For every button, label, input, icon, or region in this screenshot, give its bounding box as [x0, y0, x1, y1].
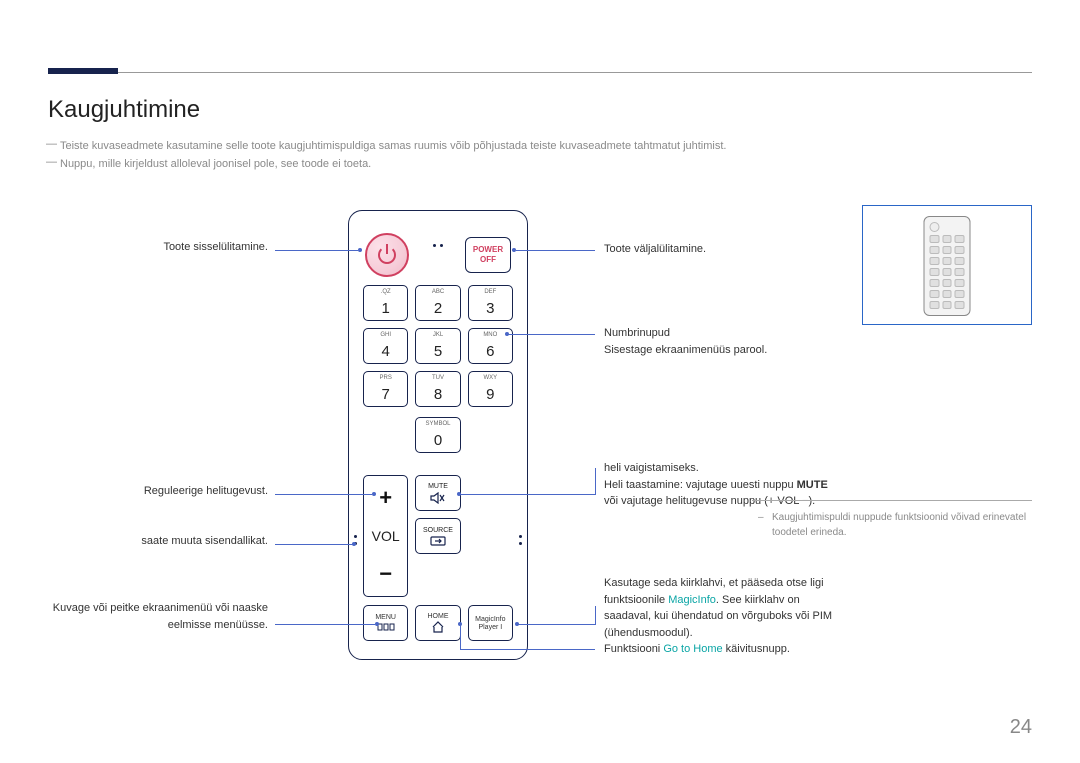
callout-dot [512, 248, 516, 252]
key-5: JKL5 [415, 328, 460, 364]
key-1: .QZ1 [363, 285, 408, 321]
key-9: WXY9 [468, 371, 513, 407]
callout-dot [515, 622, 519, 626]
callout-line [460, 494, 595, 495]
header-rule [48, 72, 1032, 73]
label-volume: Reguleerige helitugevust. [48, 485, 268, 497]
callout-line [275, 544, 353, 545]
callout-line [508, 334, 595, 335]
callout-line [460, 624, 461, 649]
volume-minus-icon: − [379, 561, 392, 587]
key-8: TUV8 [415, 371, 460, 407]
callout-dot [375, 622, 379, 626]
key-7: PRS7 [363, 371, 408, 407]
callout-dot [505, 332, 509, 336]
remote-thumbnail [862, 205, 1032, 325]
key-3: DEF3 [468, 285, 513, 321]
sidenote: Kaugjuhtimispuldi nuppude funktsioonid v… [772, 510, 1032, 540]
menu-icon [377, 622, 395, 632]
callout-line [275, 250, 358, 251]
mini-remote [924, 216, 971, 316]
header-accent [48, 68, 118, 74]
note-2: Nuppu, mille kirjeldust alloleval joonis… [60, 156, 800, 173]
key-0: SYMBOL0 [415, 417, 460, 453]
power-off-button: POWER OFF [465, 237, 511, 273]
label-home: Funktsiooni Go to Home käivitusnupp. [604, 641, 790, 658]
callout-line [595, 468, 596, 495]
magicinfo-button: MagicInfo Player I [468, 605, 513, 641]
mute-button: MUTE [415, 475, 460, 511]
label-power-off: Toote väljalülitamine. [604, 241, 706, 258]
label-magicinfo: Kasutage seda kiirklahvi, et pääseda ots… [604, 575, 839, 641]
callout-dot [358, 248, 362, 252]
page-number: 24 [1010, 716, 1032, 739]
zero-row: SYMBOL0 [363, 417, 513, 453]
label-numbers: Numbrinupud Sisestage ekraanimenüüs paro… [604, 325, 767, 358]
callout-dot [372, 492, 376, 496]
label-mute: heli vaigistamiseks. Heli taastamine: va… [604, 460, 839, 510]
home-button: HOME [415, 605, 460, 641]
menu-button: MENU [363, 605, 408, 641]
volume-label: VOL [372, 528, 400, 544]
bottom-row: MENU HOME MagicInfo Player I [363, 605, 513, 641]
power-off-label-2: OFF [480, 255, 496, 265]
keypad: .QZ1 ABC2 DEF3 GHI4 JKL5 MNO6 PRS7 TUV8 … [363, 285, 513, 407]
source-button: SOURCE [415, 518, 460, 554]
power-on-button [365, 233, 409, 277]
note-1: Teiste kuvaseadmete kasutamine selle too… [60, 138, 800, 155]
callout-dot [458, 622, 462, 626]
label-power-on: Toote sisselülitamine. [48, 241, 268, 253]
volume-plus-icon: + [379, 485, 392, 511]
power-off-label-1: POWER [473, 245, 503, 255]
callout-line [275, 624, 375, 625]
callout-line [460, 649, 595, 650]
ir-dots [433, 244, 443, 247]
callout-dot [457, 492, 461, 496]
home-icon [431, 621, 445, 633]
label-source: saate muuta sisendallikat. [48, 535, 268, 547]
callout-dot [352, 542, 356, 546]
source-icon [430, 536, 446, 546]
key-4: GHI4 [363, 328, 408, 364]
label-menu: Kuvage või peitke ekraanimenüü või naask… [48, 600, 268, 633]
callout-line [275, 494, 372, 495]
sidenote-rule [752, 500, 1032, 501]
side-dots-right [519, 535, 522, 545]
callout-line [595, 606, 596, 625]
callout-line [516, 250, 595, 251]
key-2: ABC2 [415, 285, 460, 321]
mini-power-icon [930, 222, 940, 232]
callout-line [518, 624, 595, 625]
mini-grid [930, 235, 965, 307]
remote-diagram: POWER OFF .QZ1 ABC2 DEF3 GHI4 JKL5 MNO6 … [348, 210, 528, 660]
power-icon [378, 246, 396, 264]
mute-icon [430, 492, 446, 504]
page-title: Kaugjuhtimine [48, 96, 200, 124]
